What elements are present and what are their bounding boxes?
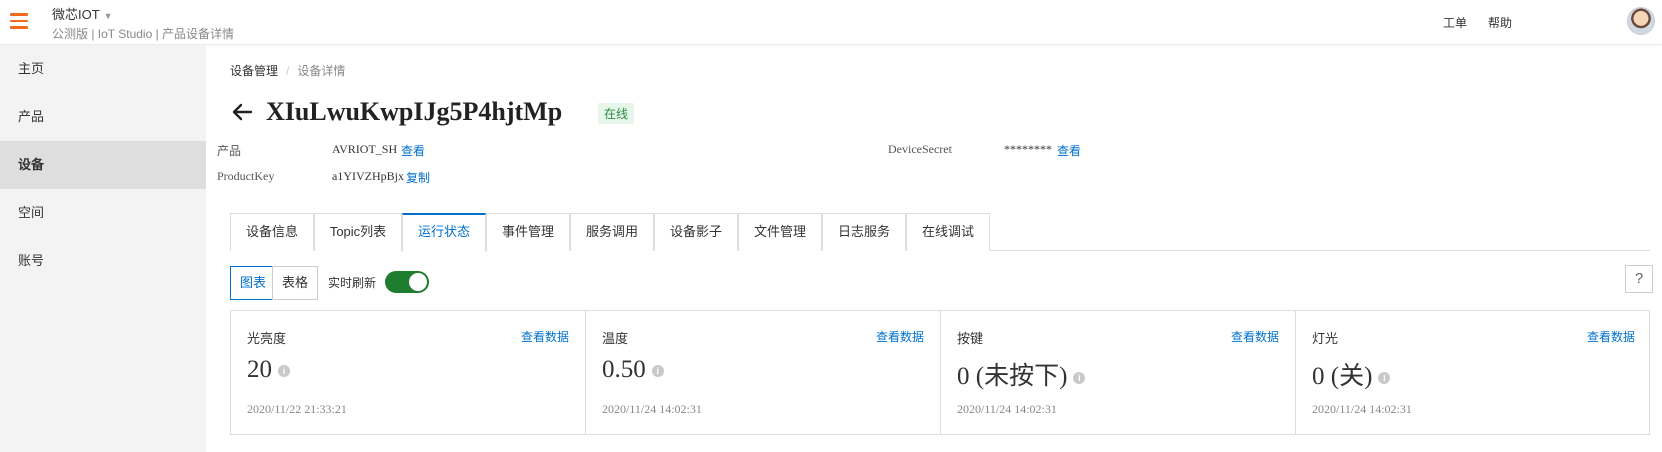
property-card-light: 灯光 查看数据 0 (关) i 2020/11/24 14:02:31: [1296, 311, 1651, 434]
property-value-text: 20: [247, 356, 272, 383]
property-cards: 光亮度 查看数据 20 i 2020/11/22 21:33:21 温度 查看数据…: [230, 310, 1650, 435]
sidebar-item-space[interactable]: 空间: [0, 189, 206, 237]
breadcrumb-device-management[interactable]: 设备管理: [230, 64, 278, 78]
view-data-link[interactable]: 查看数据: [876, 328, 924, 345]
tab-log-service[interactable]: 日志服务: [822, 213, 906, 251]
sidebar-item-product[interactable]: 产品: [0, 93, 206, 141]
sidebar-item-home[interactable]: 主页: [0, 45, 206, 93]
main-content: 设备管理 / 设备详情 XIuLwuKwpIJg5P4hjtMp 在线 产品 AVR…: [206, 45, 1662, 452]
tab-topic-list[interactable]: Topic列表: [314, 213, 402, 251]
property-value-text: 0.50: [602, 356, 646, 383]
tab-service-call[interactable]: 服务调用: [570, 213, 654, 251]
caret-down-icon: ▼: [103, 11, 113, 21]
property-value: 20 i: [247, 356, 290, 384]
sidebar-item-account[interactable]: 账号: [0, 237, 206, 285]
view-secret-link[interactable]: 查看: [1057, 142, 1081, 159]
app-switcher[interactable]: 微芯IOT ▼: [52, 4, 113, 23]
hamburger-menu-icon[interactable]: [10, 13, 30, 31]
tab-event-management[interactable]: 事件管理: [486, 213, 570, 251]
product-label: 产品: [217, 144, 242, 158]
tab-device-info[interactable]: 设备信息: [230, 213, 314, 251]
property-timestamp: 2020/11/24 14:02:31: [957, 402, 1057, 416]
toggle-knob: [409, 273, 427, 291]
property-card-button: 按键 查看数据 0 (未按下) i 2020/11/24 14:02:31: [941, 311, 1296, 434]
help-icon[interactable]: ?: [1625, 265, 1653, 293]
productkey-value: a1YIVZHpBjx: [332, 169, 404, 183]
copy-productkey-link[interactable]: 复制: [406, 169, 430, 186]
devicesecret-label: DeviceSecret: [888, 142, 952, 156]
user-avatar[interactable]: [1627, 7, 1655, 35]
property-name: 光亮度: [247, 331, 287, 346]
app-name: 微芯IOT: [52, 7, 100, 22]
realtime-refresh-label: 实时刷新: [328, 276, 377, 290]
table-view-button[interactable]: 表格: [272, 266, 319, 300]
view-data-link[interactable]: 查看数据: [521, 328, 569, 345]
sidebar: 主页 产品 设备 空间 账号: [0, 45, 206, 452]
breadcrumb-current: 设备详情: [297, 64, 346, 78]
property-name: 灯光: [1312, 331, 1339, 346]
detail-tabs: 设备信息 Topic列表 运行状态 事件管理 服务调用 设备影子 文件管理 日志…: [230, 213, 1650, 252]
info-icon[interactable]: i: [651, 365, 664, 378]
ticket-link[interactable]: 工单: [1443, 14, 1467, 31]
property-card-temperature: 温度 查看数据 0.50 i 2020/11/24 14:02:31: [586, 311, 941, 434]
realtime-refresh-toggle[interactable]: [385, 271, 429, 293]
breadcrumb-separator: /: [286, 64, 290, 78]
help-link[interactable]: 帮助: [1488, 14, 1512, 31]
product-value: AVRIOT_SH: [332, 142, 398, 156]
productkey-label: ProductKey: [217, 169, 275, 183]
tab-online-debug[interactable]: 在线调试: [906, 213, 990, 251]
info-icon[interactable]: i: [1073, 372, 1086, 385]
info-icon[interactable]: i: [278, 365, 290, 378]
tab-file-management[interactable]: 文件管理: [738, 213, 822, 251]
back-arrow-icon[interactable]: [230, 100, 254, 124]
property-name: 按键: [957, 331, 984, 346]
property-name: 温度: [602, 331, 629, 346]
app-subtitle: 公测版 | IoT Studio | 产品设备详情: [52, 27, 235, 41]
property-timestamp: 2020/11/22 21:33:21: [247, 402, 347, 416]
property-value-text: 0 (未按下): [957, 363, 1068, 390]
view-data-link[interactable]: 查看数据: [1587, 328, 1635, 345]
view-data-link[interactable]: 查看数据: [1231, 328, 1279, 345]
device-name-title: XIuLwuKwpIJg5P4hjtMp: [266, 97, 563, 126]
tab-running-status[interactable]: 运行状态: [402, 213, 486, 252]
status-badge: 在线: [598, 103, 635, 124]
property-value-text: 0 (关): [1312, 363, 1373, 390]
property-timestamp: 2020/11/24 14:02:31: [1312, 402, 1412, 416]
property-timestamp: 2020/11/24 14:02:31: [602, 402, 702, 416]
devicesecret-value: ********: [1004, 142, 1052, 156]
tab-device-shadow[interactable]: 设备影子: [654, 213, 738, 251]
info-icon[interactable]: i: [1378, 372, 1391, 385]
property-value: 0.50 i: [602, 356, 664, 384]
view-product-link[interactable]: 查看: [401, 142, 425, 159]
property-card-brightness: 光亮度 查看数据 20 i 2020/11/22 21:33:21: [231, 311, 586, 434]
chart-view-button[interactable]: 图表: [230, 266, 277, 300]
top-header: 微芯IOT ▼ 公测版 | IoT Studio | 产品设备详情 工单 帮助: [0, 0, 1662, 45]
sidebar-item-device[interactable]: 设备: [0, 141, 206, 189]
property-value: 0 (未按下) i: [957, 356, 1086, 392]
breadcrumb: 设备管理 / 设备详情: [230, 62, 345, 79]
property-value: 0 (关) i: [1312, 356, 1391, 392]
